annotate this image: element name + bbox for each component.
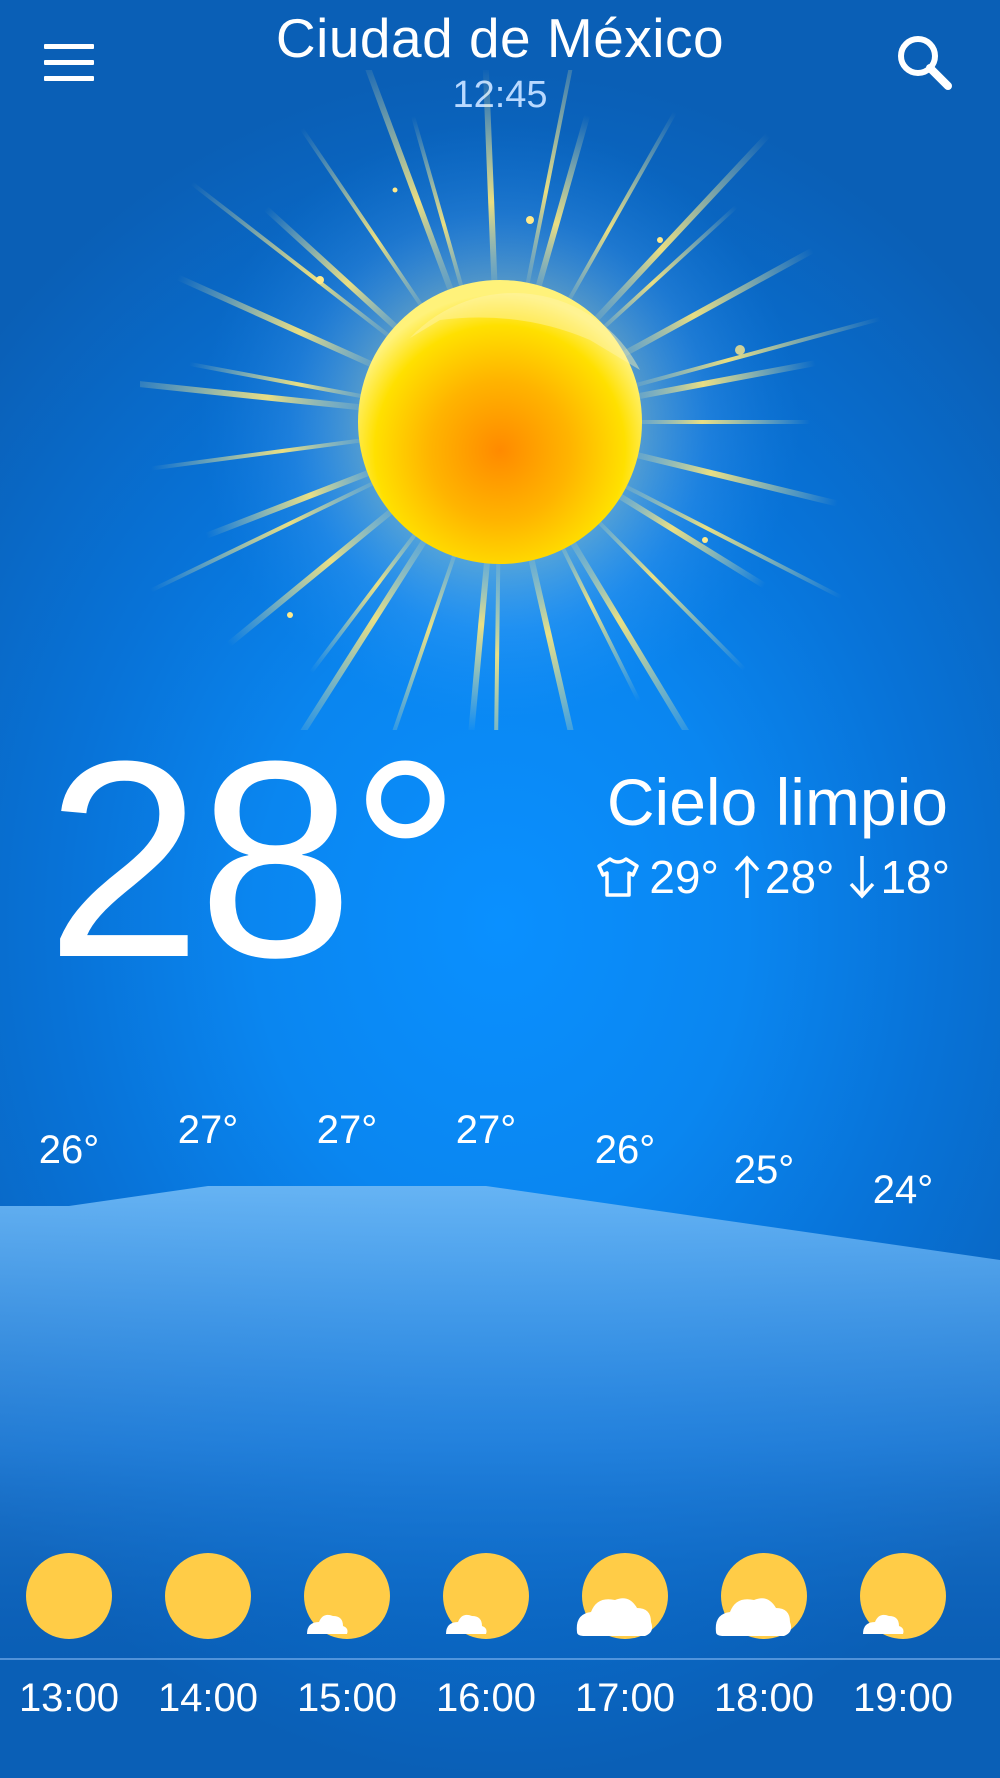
feels-like-group: 29° — [595, 850, 719, 904]
feels-like-value: 29° — [649, 851, 719, 903]
hour-weather-sun-cloud-icon[interactable] — [714, 1548, 814, 1648]
hour-temp-label: 26° — [594, 1128, 656, 1172]
hour-weather-sun-icon[interactable] — [19, 1548, 119, 1648]
sun-small-cloud-icon — [443, 1553, 529, 1639]
hour-temp-label: 25° — [733, 1148, 795, 1192]
search-button[interactable] — [892, 30, 956, 94]
hour-time-label: 18:00 — [713, 1676, 815, 1720]
temperature-details: 29° 28° 18° — [581, 850, 950, 904]
low-group: 18° — [848, 850, 950, 904]
hour-weather-sun-small-cloud-icon[interactable] — [297, 1548, 397, 1648]
sun-small-cloud-icon — [304, 1553, 390, 1639]
hour-weather-sun-cloud-icon[interactable] — [575, 1548, 675, 1648]
low-value: 18° — [880, 851, 950, 903]
hour-time-label: 13:00 — [18, 1676, 120, 1720]
sun-cloud-icon — [576, 1553, 668, 1639]
hour-temp-label: 26° — [38, 1128, 100, 1172]
condition-text: Cielo limpio — [606, 765, 948, 839]
arrow-up-icon — [734, 855, 760, 898]
hour-time-label: 15:00 — [296, 1676, 398, 1720]
high-group: 28° — [733, 850, 835, 904]
hour-temp-label: 27° — [177, 1108, 239, 1152]
hour-temp-label: 24° — [872, 1168, 934, 1212]
current-temperature: 28° — [46, 704, 461, 1016]
hour-time-label: 17:00 — [574, 1676, 676, 1720]
search-icon — [898, 36, 952, 90]
sun-cloud-icon — [715, 1553, 807, 1639]
city-title[interactable]: Ciudad de México — [0, 6, 1000, 70]
hour-weather-sun-icon[interactable] — [158, 1548, 258, 1648]
hour-temp-label: 27° — [455, 1108, 517, 1152]
tshirt-icon — [597, 857, 640, 897]
hour-time-label: 16:00 — [435, 1676, 537, 1720]
sun-icon — [165, 1553, 251, 1639]
high-value: 28° — [764, 851, 835, 903]
sun-icon — [26, 1553, 112, 1639]
sun-ray — [630, 420, 810, 424]
divider — [0, 1658, 1000, 1660]
sun-small-cloud-icon — [860, 1553, 946, 1639]
hour-weather-sun-small-cloud-icon[interactable] — [853, 1548, 953, 1648]
hour-time-label: 14:00 — [157, 1676, 259, 1720]
arrow-down-icon — [850, 856, 875, 899]
sun-icon — [140, 70, 880, 730]
hour-temp-label: 27° — [316, 1108, 378, 1152]
hour-time-label: 19:00 — [852, 1676, 954, 1720]
hour-weather-sun-small-cloud-icon[interactable] — [436, 1548, 536, 1648]
